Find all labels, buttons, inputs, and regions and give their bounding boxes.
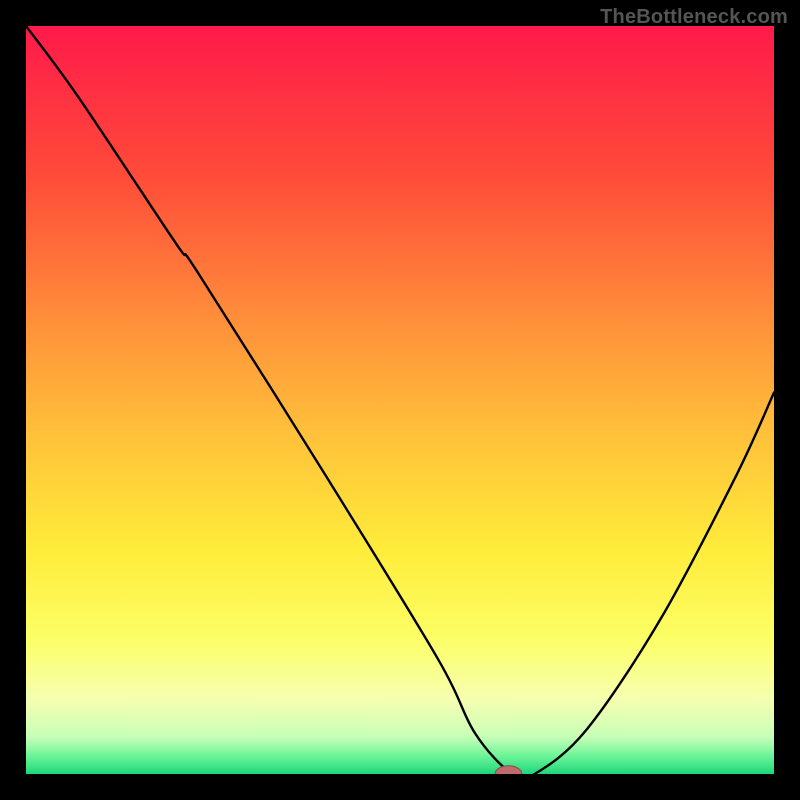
watermark-text: TheBottleneck.com [600, 6, 788, 29]
plot-area [26, 26, 774, 774]
plot-svg [26, 26, 774, 774]
gradient-background [26, 26, 774, 774]
chart-frame: TheBottleneck.com [0, 0, 800, 800]
